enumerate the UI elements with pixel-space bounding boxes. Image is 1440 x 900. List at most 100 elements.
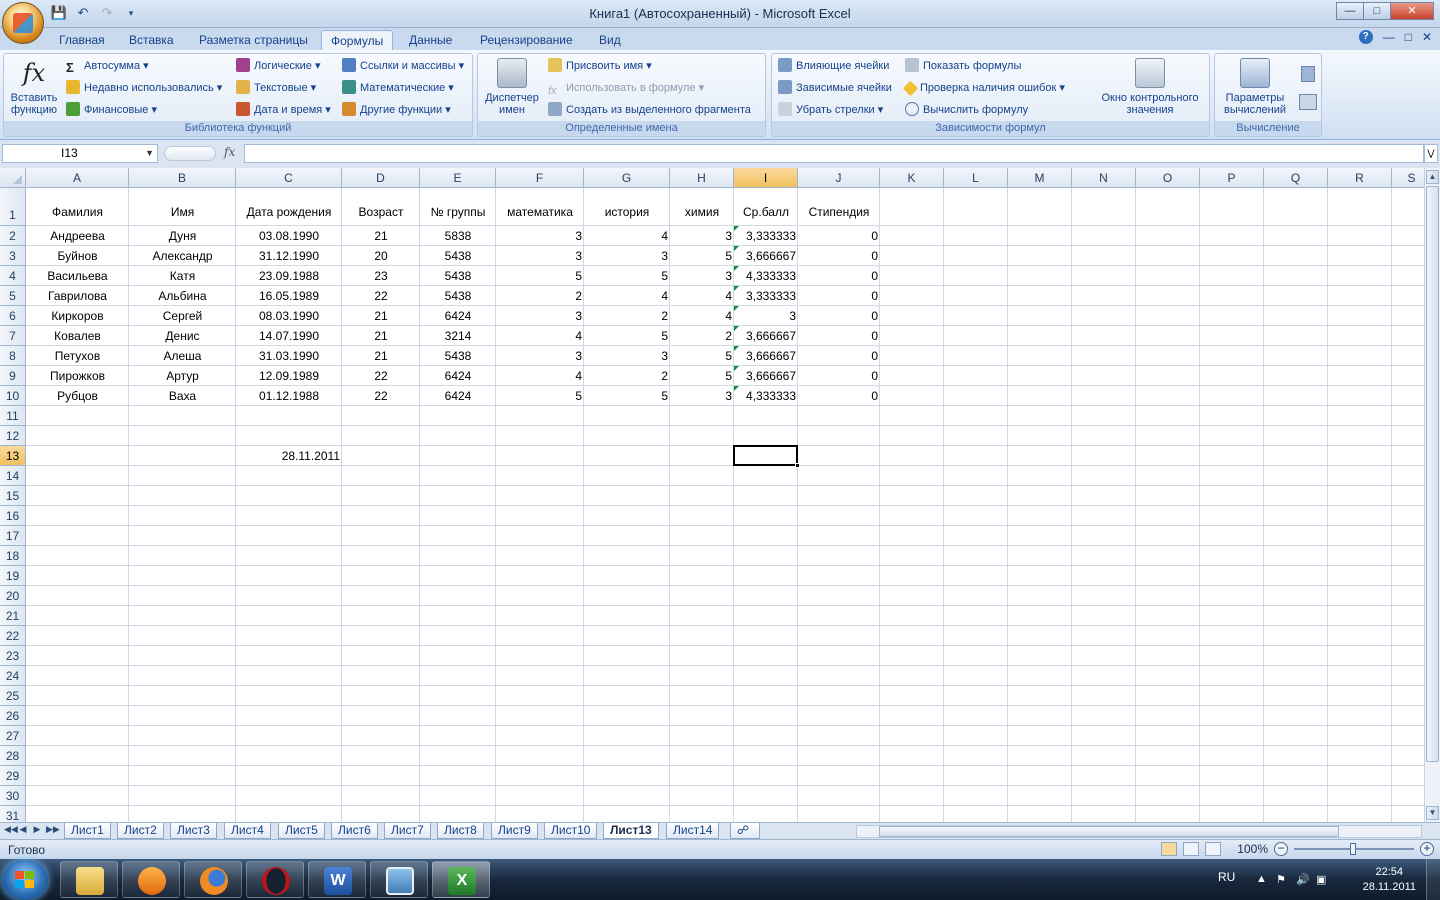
table-cell[interactable]: Артур	[129, 366, 236, 386]
vertical-scroll-thumb[interactable]	[1426, 186, 1439, 762]
next-sheet-icon[interactable]: ▶	[32, 824, 42, 835]
logical-functions-button[interactable]: Логические ▾	[236, 57, 321, 75]
table-cell[interactable]: 0	[798, 366, 880, 386]
insert-function-fx-icon[interactable]: fx	[224, 145, 235, 159]
row-header-23[interactable]: 23	[0, 646, 26, 666]
table-cell[interactable]: 5	[584, 386, 670, 406]
table-cell[interactable]: 12.09.1989	[236, 366, 342, 386]
row-header-5[interactable]: 5	[0, 286, 26, 306]
row-header-30[interactable]: 30	[0, 786, 26, 806]
table-cell[interactable]: 0	[798, 306, 880, 326]
table-cell[interactable]: Андреева	[26, 226, 129, 246]
column-header-b[interactable]: B	[129, 168, 236, 188]
header-cell-f[interactable]: математика	[496, 202, 584, 222]
zoom-level[interactable]: 100%	[1237, 842, 1268, 856]
table-cell[interactable]: Пирожков	[26, 366, 129, 386]
table-cell[interactable]: 3	[670, 266, 734, 286]
calc-sheet-icon[interactable]	[1299, 94, 1317, 110]
table-cell[interactable]: 3,333333	[734, 286, 798, 306]
column-header-q[interactable]: Q	[1264, 168, 1328, 188]
row-header-21[interactable]: 21	[0, 606, 26, 626]
row-header-14[interactable]: 14	[0, 466, 26, 486]
tab-data[interactable]: Данные	[400, 30, 461, 50]
table-cell[interactable]: 5438	[420, 266, 496, 286]
table-cell[interactable]: 31.03.1990	[236, 346, 342, 366]
remove-arrows-button[interactable]: Убрать стрелки ▾	[778, 101, 883, 119]
table-cell[interactable]: Гаврилова	[26, 286, 129, 306]
start-button[interactable]	[2, 860, 48, 900]
table-cell[interactable]: 4	[496, 326, 584, 346]
text-functions-button[interactable]: Текстовые ▾	[236, 79, 316, 97]
table-cell[interactable]: 4	[496, 366, 584, 386]
worksheet-grid[interactable]: A B C D E F G H I J K L M N O P Q R S 1 2 3 4 5 6 7 8 9 10 11 12 13 14 15…	[0, 168, 1424, 822]
use-in-formula-button[interactable]: fx Использовать в формуле ▾	[548, 79, 704, 97]
column-header-a[interactable]: A	[26, 168, 129, 188]
table-cell[interactable]: 0	[798, 246, 880, 266]
datetime-functions-button[interactable]: Дата и время ▾	[236, 101, 331, 119]
sheet-tab-лист3[interactable]: Лист3	[170, 823, 217, 839]
table-cell[interactable]: 23.09.1988	[236, 266, 342, 286]
table-cell[interactable]: Киркоров	[26, 306, 129, 326]
table-cell[interactable]: 21	[342, 326, 420, 346]
table-cell[interactable]: 3	[496, 246, 584, 266]
row-header-20[interactable]: 20	[0, 586, 26, 606]
table-cell[interactable]: 22	[342, 386, 420, 406]
header-cell-a[interactable]: Фамилия	[26, 202, 129, 222]
table-cell[interactable]: Алеша	[129, 346, 236, 366]
watch-window-button[interactable]: Окно контрольного значения	[1092, 58, 1208, 116]
table-cell[interactable]: 08.03.1990	[236, 306, 342, 326]
sheet-tab-лист1[interactable]: Лист1	[64, 823, 111, 839]
row-header-31[interactable]: 31	[0, 806, 26, 822]
table-cell[interactable]: 03.08.1990	[236, 226, 342, 246]
table-cell[interactable]: 2	[584, 306, 670, 326]
row-header-19[interactable]: 19	[0, 566, 26, 586]
table-cell[interactable]: Альбина	[129, 286, 236, 306]
row-header-26[interactable]: 26	[0, 706, 26, 726]
table-cell[interactable]: Рубцов	[26, 386, 129, 406]
row-header-4[interactable]: 4	[0, 266, 26, 286]
clock[interactable]: 22:54 28.11.2011	[1363, 865, 1416, 895]
sheet-tab-лист8[interactable]: Лист8	[437, 823, 484, 839]
tray-flag-icon[interactable]: ⚑	[1276, 873, 1286, 886]
cell-c13[interactable]: 28.11.2011	[236, 446, 342, 466]
row-header-25[interactable]: 25	[0, 686, 26, 706]
more-functions-button[interactable]: Другие функции ▾	[342, 101, 451, 119]
scroll-up-icon[interactable]: ▲	[1426, 170, 1439, 184]
row-header-1[interactable]: 1	[0, 188, 26, 226]
tab-insert[interactable]: Вставка	[120, 30, 183, 50]
row-header-29[interactable]: 29	[0, 766, 26, 786]
table-cell[interactable]: 5838	[420, 226, 496, 246]
header-cell-j[interactable]: Стипендия	[798, 202, 880, 222]
help-icon[interactable]: ?	[1358, 30, 1373, 44]
evaluate-formula-button[interactable]: Вычислить формулу	[905, 101, 1028, 119]
row-header-28[interactable]: 28	[0, 746, 26, 766]
column-header-s[interactable]: S	[1392, 168, 1424, 188]
table-cell[interactable]: 2	[496, 286, 584, 306]
table-cell[interactable]: 3,666667	[734, 246, 798, 266]
header-cell-h[interactable]: химия	[670, 202, 734, 222]
table-cell[interactable]: Васильева	[26, 266, 129, 286]
lookup-functions-button[interactable]: Ссылки и массивы ▾	[342, 57, 464, 75]
select-all-corner[interactable]	[0, 168, 26, 188]
row-header-7[interactable]: 7	[0, 326, 26, 346]
horizontal-scroll-thumb[interactable]	[879, 826, 1339, 837]
tab-formulas[interactable]: Формулы	[321, 30, 394, 50]
row-header-17[interactable]: 17	[0, 526, 26, 546]
table-cell[interactable]: 21	[342, 306, 420, 326]
last-sheet-icon[interactable]: ▶▶	[46, 824, 60, 835]
column-header-n[interactable]: N	[1072, 168, 1136, 188]
table-cell[interactable]: 4	[584, 226, 670, 246]
taskbar-excel[interactable]: X	[432, 861, 490, 898]
sheet-tab-лист6[interactable]: Лист6	[331, 823, 378, 839]
column-header-h[interactable]: H	[670, 168, 734, 188]
row-header-11[interactable]: 11	[0, 406, 26, 426]
table-cell[interactable]: 3,666667	[734, 326, 798, 346]
name-box[interactable]: I13 ▼	[2, 144, 158, 163]
row-header-9[interactable]: 9	[0, 366, 26, 386]
expand-formula-bar-icon[interactable]: ⋁	[1424, 144, 1438, 163]
table-cell[interactable]: Ваха	[129, 386, 236, 406]
define-name-button[interactable]: Присвоить имя ▾	[548, 57, 652, 75]
column-header-j[interactable]: J	[798, 168, 880, 188]
table-cell[interactable]: 0	[798, 386, 880, 406]
calc-now-icon[interactable]	[1301, 66, 1315, 82]
